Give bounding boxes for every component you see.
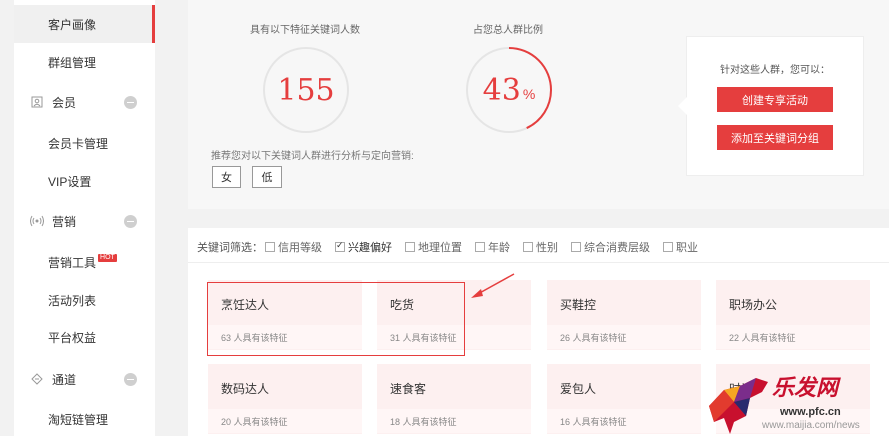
watermark-url-secondary: www.maijia.com/news bbox=[762, 420, 860, 431]
filter-age[interactable]: 年龄 bbox=[475, 239, 510, 255]
sidebar-item-label: 会员卡管理 bbox=[48, 136, 109, 151]
sidebar-section-label: 会员 bbox=[52, 95, 77, 110]
filter-consumption[interactable]: 综合消费层级 bbox=[571, 239, 650, 255]
checkbox-checked[interactable] bbox=[335, 240, 345, 252]
sidebar-item-label: 平台权益 bbox=[48, 330, 97, 345]
keyword-filter: 关键词筛选： 信用等级 兴趣偏好 地理位置 年龄 性别 综合消费层级 职业 bbox=[197, 239, 711, 255]
ratio-circle: 43% bbox=[465, 46, 553, 134]
tag-female[interactable]: 女 bbox=[212, 166, 241, 188]
sidebar-item-label: 客户画像 bbox=[48, 17, 97, 32]
sidebar-item-label: 活动列表 bbox=[48, 293, 97, 308]
watermark-logo-text: 乐发网 bbox=[772, 375, 839, 401]
filter-label: 关键词筛选： bbox=[197, 242, 263, 254]
sidebar-item-group-management[interactable]: 群组管理 bbox=[14, 43, 155, 81]
sidebar-section-channel[interactable]: 通道 bbox=[14, 360, 155, 398]
card-title: 买鞋控 bbox=[560, 298, 597, 312]
checkbox[interactable] bbox=[523, 242, 533, 252]
card-count: 26 人具有该特征 bbox=[560, 333, 627, 343]
sidebar-item-label: 群组管理 bbox=[48, 55, 97, 70]
checkbox[interactable] bbox=[663, 242, 673, 252]
sidebar-section-marketing[interactable]: 营销 bbox=[14, 202, 155, 240]
sidebar-item-activity-list[interactable]: 活动列表 bbox=[14, 281, 155, 319]
collapse-icon[interactable] bbox=[124, 214, 137, 228]
keyword-card[interactable]: 速食客 18 人具有该特征 bbox=[377, 364, 531, 434]
ratio-display: 43% bbox=[465, 46, 553, 134]
card-title: 速食客 bbox=[390, 382, 427, 396]
member-card-icon bbox=[30, 95, 44, 109]
count-circle: 155 bbox=[262, 46, 350, 134]
card-count: 18 人具有该特征 bbox=[390, 417, 457, 427]
hot-badge: HOT bbox=[98, 254, 117, 262]
sidebar-section-label: 通道 bbox=[52, 372, 77, 387]
collapse-icon[interactable] bbox=[124, 372, 137, 386]
sidebar-item-vip-settings[interactable]: VIP设置 bbox=[14, 162, 155, 200]
watermark-url: www.pfc.cn bbox=[780, 406, 841, 418]
filter-option-label: 性别 bbox=[536, 242, 558, 254]
tag-label: 女 bbox=[221, 172, 232, 184]
sidebar-item-label: 营销工具 bbox=[48, 255, 97, 270]
sidebar-item-label: 淘短链管理 bbox=[48, 412, 109, 427]
keyword-card[interactable]: 职场办公 22 人具有该特征 bbox=[716, 280, 870, 350]
filter-credit[interactable]: 信用等级 bbox=[265, 239, 322, 255]
create-activity-button[interactable]: 创建专享活动 bbox=[717, 87, 833, 112]
card-title: 职场办公 bbox=[729, 298, 778, 312]
annotation-arrow-icon bbox=[471, 273, 515, 298]
keyword-card[interactable]: 数码达人 20 人具有该特征 bbox=[208, 364, 362, 434]
filter-option-label: 信用等级 bbox=[278, 242, 322, 254]
filter-option-label: 综合消费层级 bbox=[584, 242, 650, 254]
card-count: 16 人具有该特征 bbox=[560, 417, 627, 427]
checkbox[interactable] bbox=[571, 242, 581, 252]
divider bbox=[188, 262, 889, 263]
checkbox[interactable] bbox=[475, 242, 485, 252]
filter-option-label: 职业 bbox=[676, 242, 698, 254]
add-keyword-group-button[interactable]: 添加至关键词分组 bbox=[717, 125, 833, 150]
watermark-logo: 乐发网 www.pfc.cn www.maijia.com/news bbox=[704, 368, 889, 436]
sidebar-item-short-link[interactable]: 淘短链管理 bbox=[14, 400, 155, 436]
filter-occupation[interactable]: 职业 bbox=[663, 239, 698, 255]
checkbox[interactable] bbox=[405, 242, 415, 252]
annotation-highlight-box bbox=[207, 282, 465, 356]
broadcast-icon bbox=[30, 214, 44, 228]
filter-gender[interactable]: 性别 bbox=[523, 239, 558, 255]
sidebar-item-customer-portrait[interactable]: 客户画像 bbox=[14, 5, 155, 43]
ratio-unit: % bbox=[522, 86, 536, 102]
count-label: 具有以下特征关键词人数 bbox=[250, 25, 360, 36]
card-title: 数码达人 bbox=[221, 382, 270, 396]
filter-option-label: 年龄 bbox=[488, 242, 510, 254]
filter-option-label: 兴趣偏好 bbox=[348, 242, 392, 254]
sidebar: 客户画像 群组管理 会员 会员卡管理 VIP设置 营销 营销工具 HOT 活动列… bbox=[14, 0, 155, 436]
action-box: 针对这些人群，您可以： 创建专享活动 添加至关键词分组 bbox=[678, 36, 864, 176]
channel-icon bbox=[30, 372, 44, 386]
sidebar-item-label: VIP设置 bbox=[48, 174, 92, 189]
collapse-icon[interactable] bbox=[124, 95, 137, 109]
card-count: 20 人具有该特征 bbox=[221, 417, 288, 427]
checkbox[interactable] bbox=[265, 242, 275, 252]
keyword-card[interactable]: 爱包人 16 人具有该特征 bbox=[547, 364, 701, 434]
filter-option-label: 地理位置 bbox=[418, 242, 462, 254]
recommend-text: 推荐您对以下关键词人群进行分析与定向营销: bbox=[211, 151, 414, 162]
card-count: 22 人具有该特征 bbox=[729, 333, 796, 343]
filter-location[interactable]: 地理位置 bbox=[405, 239, 462, 255]
sidebar-section-member[interactable]: 会员 bbox=[14, 83, 155, 121]
sidebar-section-label: 营销 bbox=[52, 214, 77, 229]
sidebar-item-marketing-tools[interactable]: 营销工具 HOT bbox=[14, 243, 155, 281]
keyword-card[interactable]: 买鞋控 26 人具有该特征 bbox=[547, 280, 701, 350]
ratio-value: 43 bbox=[482, 72, 521, 108]
sidebar-item-member-card[interactable]: 会员卡管理 bbox=[14, 124, 155, 162]
ratio-label: 占您总人群比例 bbox=[473, 25, 543, 36]
filter-interest[interactable]: 兴趣偏好 bbox=[335, 239, 392, 255]
sidebar-item-platform-rights[interactable]: 平台权益 bbox=[14, 318, 155, 356]
count-value: 155 bbox=[277, 72, 335, 108]
action-title: 针对这些人群，您可以： bbox=[720, 65, 830, 76]
tag-label: 低 bbox=[261, 172, 273, 184]
card-title: 爱包人 bbox=[560, 382, 597, 396]
tag-low[interactable]: 低 bbox=[252, 166, 282, 188]
